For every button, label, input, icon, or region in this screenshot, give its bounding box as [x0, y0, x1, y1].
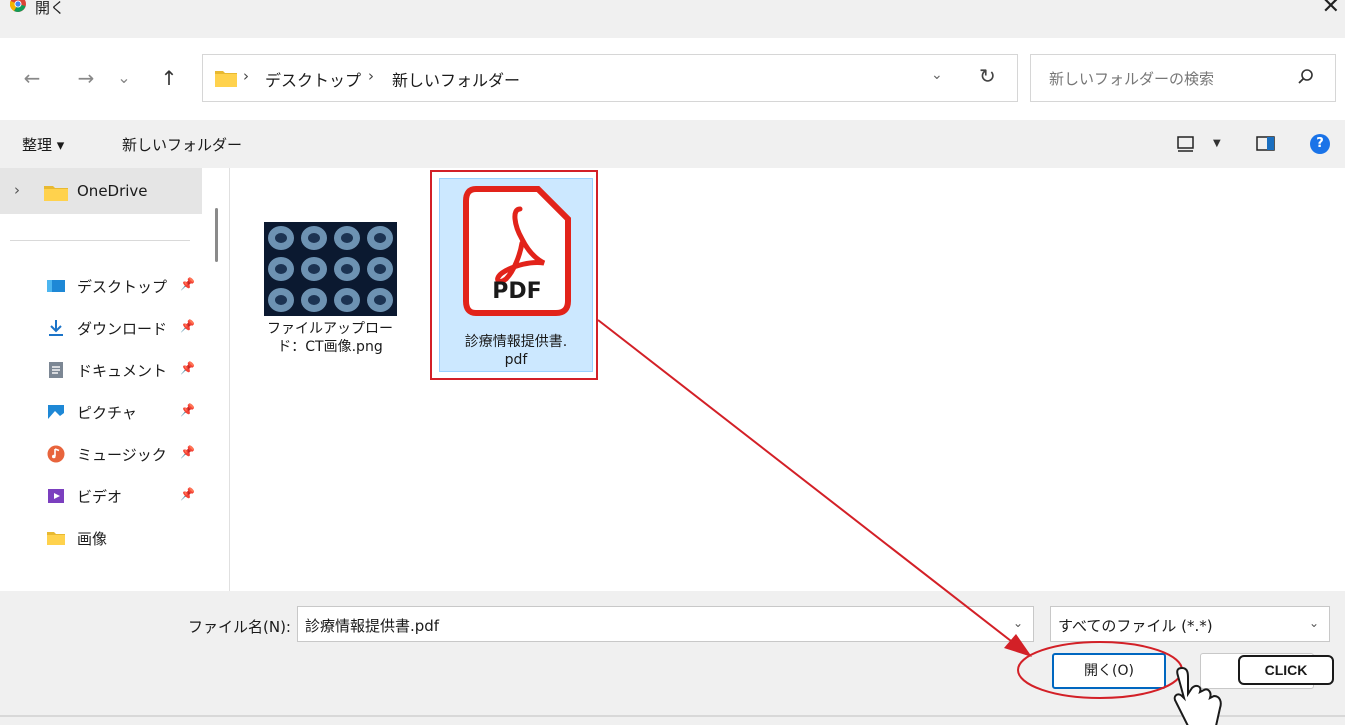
recent-locations-button[interactable]: ⌄ — [112, 68, 136, 88]
filename-field[interactable]: 診療情報提供書.pdf ⌄ — [297, 606, 1034, 642]
file-list: ファイルアップロー ド：CT画像.png PDF 診療情報提供書. pdf — [230, 168, 1345, 591]
filename-value[interactable]: 診療情報提供書.pdf — [305, 615, 439, 636]
sidebar-item-music[interactable]: ミュージック 📌 — [0, 438, 200, 472]
video-icon — [48, 489, 64, 503]
breadcrumb-new-folder[interactable]: 新しいフォルダー — [392, 67, 520, 91]
preview-pane-icon[interactable] — [1256, 136, 1276, 152]
address-row: ← → ⌄ ↑ › デスクトップ › 新しいフォルダー ⌄ ↻ 新しいフォルダー… — [0, 38, 1345, 120]
sidebar-item-downloads[interactable]: ダウンロード 📌 — [0, 312, 200, 346]
new-folder-button[interactable]: 新しいフォルダー — [122, 134, 242, 155]
sidebar-item-images-folder[interactable]: 画像 — [0, 522, 200, 556]
view-options-caret-icon[interactable]: ▼ — [1213, 138, 1221, 149]
pin-icon[interactable]: 📌 — [180, 403, 195, 417]
filename-panel: ファイル名(N): 診療情報提供書.pdf ⌄ すべてのファイル (*.*) ⌄… — [0, 591, 1345, 725]
search-box[interactable]: 新しいフォルダーの検索 — [1030, 54, 1336, 102]
bottom-border — [0, 715, 1345, 717]
window-title: 開く — [35, 0, 66, 17]
sidebar-item-label: ビデオ — [77, 488, 123, 506]
scrollbar-thumb[interactable] — [215, 208, 218, 262]
chevron-down-icon[interactable]: ⌄ — [1013, 616, 1023, 630]
view-options-icon[interactable] — [1176, 136, 1196, 152]
folder-icon — [215, 71, 237, 87]
desktop-icon — [47, 280, 65, 292]
pin-icon[interactable]: 📌 — [180, 445, 195, 459]
back-button[interactable]: ← — [20, 68, 44, 88]
pin-icon[interactable]: 📌 — [180, 487, 195, 501]
chevron-down-icon[interactable]: ⌄ — [1309, 616, 1319, 630]
open-button[interactable]: 開く(O) — [1052, 653, 1166, 689]
document-icon — [49, 362, 63, 378]
expand-chevron-icon[interactable]: › — [14, 181, 20, 199]
pin-icon[interactable]: 📌 — [180, 361, 195, 375]
image-thumbnail — [264, 222, 397, 316]
sidebar-scrollbar[interactable] — [206, 168, 230, 591]
sidebar-item-label: ドキュメント — [77, 362, 168, 380]
breadcrumb-separator: › — [243, 67, 249, 85]
title-bar: 開く ✕ — [0, 0, 1345, 38]
file-name-line: ファイルアップロー — [267, 321, 393, 337]
music-icon — [47, 445, 65, 463]
sidebar-item-onedrive[interactable]: › OneDrive — [0, 168, 202, 214]
refresh-icon[interactable]: ↻ — [979, 64, 996, 88]
up-button[interactable]: ↑ — [157, 68, 181, 88]
forward-button[interactable]: → — [74, 68, 98, 88]
help-icon[interactable]: ? — [1310, 134, 1330, 154]
filename-label: ファイル名(N): — [188, 618, 291, 636]
download-icon — [49, 320, 63, 336]
pictures-icon — [48, 405, 64, 419]
pin-icon[interactable]: 📌 — [180, 277, 195, 291]
close-icon[interactable]: ✕ — [1322, 0, 1340, 19]
sidebar-item-label: ダウンロード — [77, 320, 168, 338]
click-label: CLICK — [1238, 655, 1334, 685]
sidebar-item-label: 画像 — [77, 530, 108, 548]
file-item-ct-image[interactable]: ファイルアップロー ド：CT画像.png — [250, 216, 410, 376]
sidebar-item-label: ピクチャ — [77, 404, 137, 422]
sidebar-item-documents[interactable]: ドキュメント 📌 — [0, 354, 200, 388]
folder-icon — [44, 186, 68, 201]
breadcrumb-desktop[interactable]: デスクトップ — [265, 67, 361, 91]
file-name: ファイルアップロー ド：CT画像.png — [250, 320, 410, 356]
search-input[interactable]: 新しいフォルダーの検索 — [1049, 68, 1214, 89]
command-bar: 整理 ▾ 新しいフォルダー ▼ ? — [0, 120, 1345, 168]
organize-button[interactable]: 整理 ▾ — [22, 134, 64, 155]
sidebar-item-label: ミュージック — [77, 446, 167, 464]
file-open-dialog: 開く ✕ ← → ⌄ ↑ › デスクトップ › 新しいフォルダー ⌄ ↻ 新しい… — [0, 0, 1345, 725]
folder-icon — [47, 532, 65, 545]
pin-icon[interactable]: 📌 — [180, 319, 195, 333]
breadcrumb-separator: › — [368, 67, 374, 85]
highlight-box — [430, 170, 598, 380]
navigation-pane: › OneDrive デスクトップ 📌 ダウンロード 📌 ドキュメント 📌 ピク… — [0, 168, 206, 591]
sidebar-item-label: OneDrive — [77, 182, 148, 200]
filetype-value[interactable]: すべてのファイル (*.*) — [1058, 615, 1213, 636]
sidebar-divider — [10, 240, 190, 241]
sidebar-item-pictures[interactable]: ピクチャ 📌 — [0, 396, 200, 430]
chrome-icon — [10, 0, 26, 12]
search-icon[interactable] — [1296, 67, 1316, 87]
address-dropdown-icon[interactable]: ⌄ — [931, 67, 943, 83]
sidebar-item-label: デスクトップ — [77, 278, 168, 296]
filetype-select[interactable]: すべてのファイル (*.*) ⌄ — [1050, 606, 1330, 642]
sidebar-item-videos[interactable]: ビデオ 📌 — [0, 480, 200, 514]
address-bar[interactable]: › デスクトップ › 新しいフォルダー ⌄ ↻ — [202, 54, 1018, 102]
file-name-line: ド：CT画像.png — [277, 339, 383, 355]
sidebar-item-desktop[interactable]: デスクトップ 📌 — [0, 270, 200, 304]
